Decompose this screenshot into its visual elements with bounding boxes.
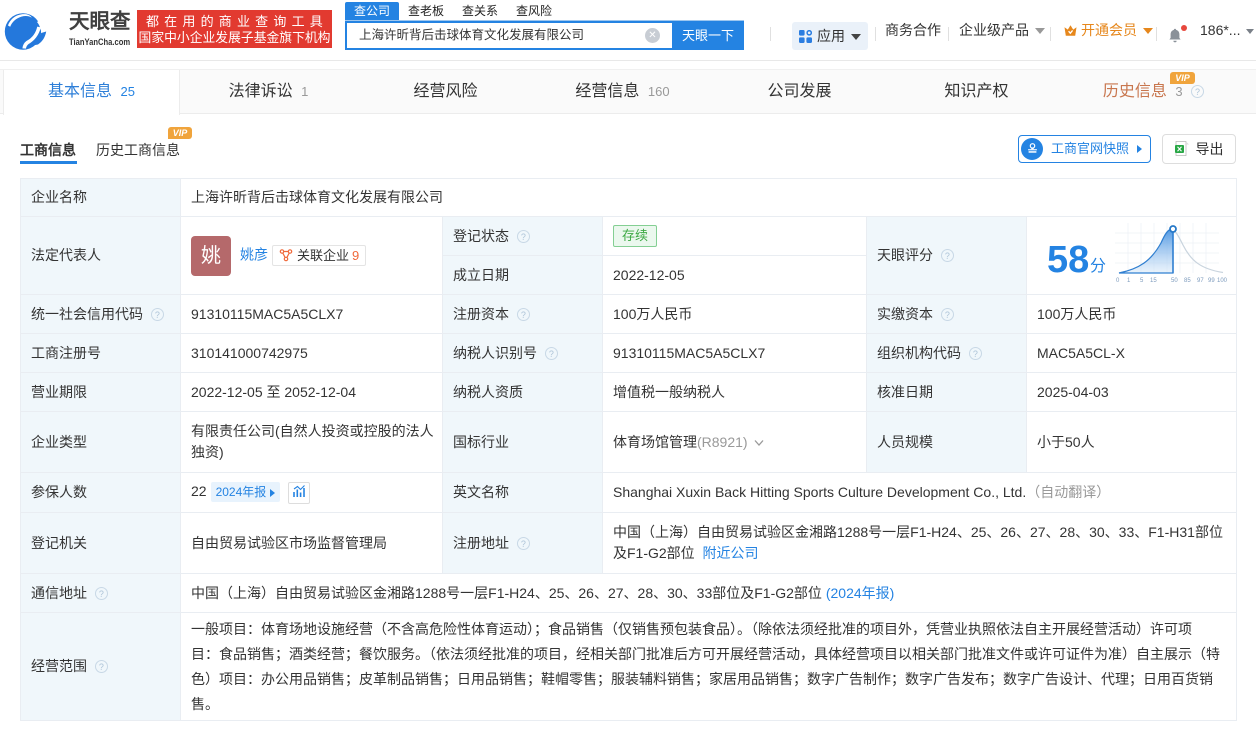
- svg-text:50: 50: [1171, 278, 1178, 284]
- svg-text:1: 1: [1127, 278, 1131, 284]
- svg-text:0: 0: [1116, 278, 1120, 284]
- svg-text:15: 15: [1150, 278, 1157, 284]
- svg-text:85: 85: [1184, 278, 1191, 284]
- svg-text:100: 100: [1217, 278, 1227, 284]
- svg-text:5: 5: [1140, 278, 1144, 284]
- svg-text:97: 97: [1197, 278, 1204, 284]
- svg-text:99: 99: [1208, 278, 1215, 284]
